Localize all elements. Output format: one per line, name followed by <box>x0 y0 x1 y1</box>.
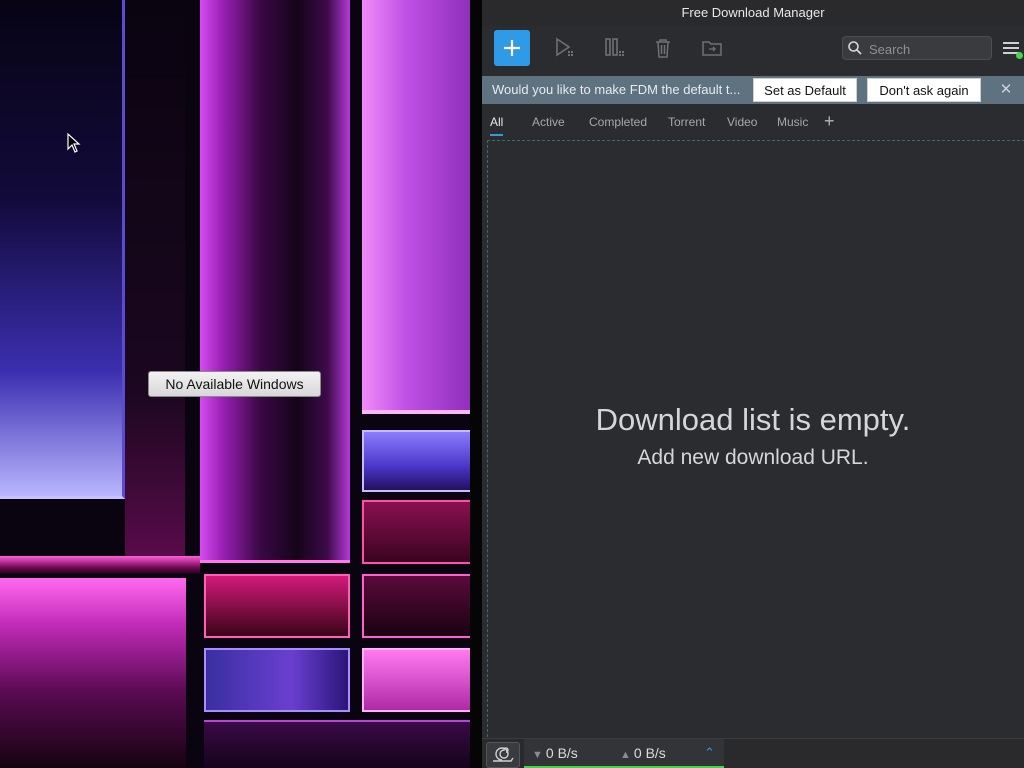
window-title: Free Download Manager <box>482 0 1024 26</box>
pause-button[interactable] <box>596 30 632 66</box>
tab-music[interactable]: Music <box>777 114 808 134</box>
trash-icon <box>656 39 670 58</box>
tab-active[interactable]: Active <box>532 114 565 134</box>
pause-icon <box>605 38 624 56</box>
empty-list-title: Download list is empty. <box>595 402 911 437</box>
resume-button[interactable] <box>546 30 582 66</box>
add-tab-button[interactable]: + <box>824 111 835 132</box>
speed-indicator: ▼ 0 B/s ▲ 0 B/s ⌃ <box>524 739 724 768</box>
wallpaper-tile <box>204 574 350 638</box>
toolbar <box>482 26 1024 74</box>
window-divider <box>470 0 482 768</box>
play-icon <box>556 37 573 57</box>
status-dot <box>1016 52 1023 59</box>
wallpaper-panel <box>0 578 186 768</box>
default-app-banner: Would you like to make FDM the default t… <box>482 76 1024 104</box>
search-input[interactable] <box>867 38 989 60</box>
tab-completed[interactable]: Completed <box>589 114 647 134</box>
tab-torrent[interactable]: Torrent <box>668 114 705 134</box>
wallpaper-tile <box>204 720 472 768</box>
wallpaper-panel <box>125 0 185 560</box>
upload-arrow-icon: ▲ <box>620 749 631 761</box>
upload-speed: 0 B/s <box>633 745 666 761</box>
wallpaper-panel <box>0 556 200 574</box>
empty-list-subtitle: Add new download URL. <box>637 446 869 469</box>
search-icon <box>848 41 862 55</box>
download-speed: 0 B/s <box>545 745 578 761</box>
wallpaper-tile <box>362 430 472 492</box>
chevron-up-icon[interactable]: ⌃ <box>704 745 715 761</box>
wallpaper-tile <box>204 648 350 712</box>
wallpaper-panel <box>362 0 472 414</box>
wallpaper-tile <box>362 648 472 712</box>
download-list[interactable] <box>487 140 1024 737</box>
delete-button[interactable] <box>645 30 681 66</box>
tab-video[interactable]: Video <box>727 114 757 134</box>
status-bar: ▼ 0 B/s ▲ 0 B/s ⌃ <box>482 738 1024 768</box>
close-icon[interactable]: ✕ <box>998 82 1014 98</box>
fdm-window: Free Download Manager Search Would you l… <box>482 0 1024 768</box>
set-as-default-button[interactable]: Set as Default <box>753 78 857 102</box>
wallpaper-tile <box>362 574 472 638</box>
snail-icon <box>493 747 514 762</box>
mouse-cursor-icon <box>67 133 81 153</box>
search-box[interactable] <box>842 36 992 60</box>
speed-limit-button[interactable] <box>486 742 520 768</box>
filter-tabs: All Active Completed Torrent Video Music… <box>482 108 1024 138</box>
dont-ask-again-button[interactable]: Don't ask again <box>867 78 981 102</box>
plus-icon <box>504 40 520 56</box>
no-available-windows-label: No Available Windows <box>148 371 321 397</box>
tab-all[interactable]: All <box>490 114 504 136</box>
wallpaper-panel <box>0 0 125 499</box>
banner-message: Would you like to make FDM the default t… <box>492 82 741 97</box>
add-download-button[interactable] <box>494 30 530 66</box>
download-arrow-icon: ▼ <box>532 749 543 761</box>
wallpaper-panel <box>200 0 350 563</box>
wallpaper-tile <box>362 500 472 564</box>
open-folder-button[interactable] <box>694 30 730 66</box>
folder-icon <box>702 41 722 56</box>
